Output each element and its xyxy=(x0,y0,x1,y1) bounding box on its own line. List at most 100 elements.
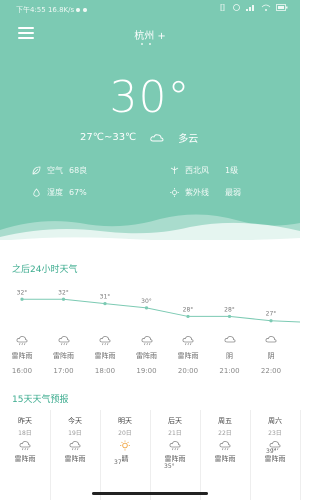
home-indicator[interactable] xyxy=(92,492,208,495)
status-icons xyxy=(218,4,288,11)
network-speed: 16.8K/s xyxy=(47,6,75,14)
day-name: 明天 xyxy=(118,417,132,425)
day-name: 后天 xyxy=(168,417,182,425)
day-item[interactable]: 昨天 18日 雷阵雨 xyxy=(0,410,51,500)
hour-item[interactable]: 阴 21:00 xyxy=(212,335,248,375)
day-condition: 雷阵雨 xyxy=(264,455,286,463)
hour-item[interactable]: 阴 22:00 xyxy=(253,335,289,375)
hour-time: 19:00 xyxy=(136,367,157,375)
notification-dot-icon xyxy=(76,8,81,12)
day-high-temp: 37° xyxy=(114,459,125,466)
day-name: 昨天 xyxy=(18,417,32,425)
hour-icon xyxy=(87,335,123,347)
temperature-point xyxy=(144,306,149,310)
wind: 西北风 1级 xyxy=(170,165,238,176)
notification-dot-icon xyxy=(82,8,87,12)
day-name: 周五 xyxy=(218,417,232,425)
daily-title: 15天天气预报 xyxy=(12,395,69,405)
day-name: 周六 xyxy=(268,417,282,425)
hour-item[interactable]: 雷阵雨 16:00 xyxy=(4,335,40,375)
hour-time: 18:00 xyxy=(94,367,116,375)
hour-icon xyxy=(253,335,289,347)
cloud-icon xyxy=(224,336,235,343)
wind-icon xyxy=(170,166,179,174)
temperature-label: 31° xyxy=(100,294,111,301)
hour-time: 21:00 xyxy=(219,367,240,375)
page-indicator xyxy=(141,43,151,45)
rain-icon xyxy=(16,336,28,346)
temperature-label: 32° xyxy=(17,289,28,296)
leaf-icon xyxy=(32,166,41,175)
temperature-point xyxy=(227,314,232,319)
day-icon xyxy=(150,440,200,451)
hour-condition: 雷阵雨 xyxy=(136,352,157,360)
hour-condition: 雷阵雨 xyxy=(53,352,74,360)
day-item[interactable]: 后天 21日 雷阵雨 xyxy=(150,410,201,500)
hour-icon xyxy=(129,335,165,347)
hour-item[interactable]: 雷阵雨 17:00 xyxy=(46,335,82,375)
temperature-label: 27° xyxy=(266,311,277,318)
day-icon xyxy=(0,440,50,451)
temperature-point xyxy=(103,301,107,306)
day-condition: 晴 xyxy=(121,455,129,463)
air-value: 68良 xyxy=(69,166,88,175)
temperature-point xyxy=(20,297,24,301)
temperature-label: 32° xyxy=(58,289,69,296)
temperature-point xyxy=(269,319,273,323)
day-icon xyxy=(100,440,150,451)
rain-icon xyxy=(169,441,181,451)
day-item[interactable]: 明天 20日晴 xyxy=(100,410,151,500)
hour-icon xyxy=(212,335,248,347)
day-item[interactable]: 今天 19日 雷阵雨 xyxy=(50,410,101,500)
day-icon xyxy=(200,440,250,451)
day-condition: 雷阵雨 xyxy=(164,455,186,463)
hour-time: 22:00 xyxy=(260,367,282,375)
rain-icon xyxy=(182,336,194,346)
day-high-temp: 39° xyxy=(266,448,277,455)
uv-label: 紫外线 xyxy=(185,188,209,197)
hour-icon xyxy=(170,335,206,347)
city-selector[interactable]: 杭州 + xyxy=(0,27,300,42)
day-item[interactable]: 周五 22日 雷阵雨 xyxy=(200,410,251,500)
air-quality: 空气 68良 xyxy=(32,165,87,176)
status-time: 下午4:55 xyxy=(16,6,46,14)
wind-direction: 西北风 xyxy=(185,166,209,175)
humidity-value: 67% xyxy=(69,188,87,197)
temperature-range-row: 27℃~33℃ 多云 xyxy=(80,130,198,145)
uv-index: 紫外线 最弱 xyxy=(170,187,241,198)
cloud-icon xyxy=(265,336,277,343)
daily-forecast[interactable]: 昨天 18日 雷阵雨 今天 19日 雷阵雨 明天 20日晴后天 21日 雷阵雨 周五 22日 雷阵雨 周六… xyxy=(0,410,301,500)
temperature-range: 27℃~33℃ xyxy=(80,132,137,143)
hour-item[interactable]: 雷阵雨 18:00 xyxy=(87,335,123,375)
day-date: 22日 xyxy=(218,430,232,437)
rain-icon xyxy=(141,336,152,346)
hour-time: 16:00 xyxy=(11,367,33,375)
day-condition: 雷阵雨 xyxy=(64,455,86,463)
add-city-icon[interactable]: + xyxy=(157,31,165,42)
hour-time: 17:00 xyxy=(53,367,74,375)
rain-icon xyxy=(58,336,69,346)
alarm-icon xyxy=(233,4,240,11)
wifi-icon xyxy=(261,4,271,11)
status-left: 下午4:55 16.8K/s xyxy=(16,5,87,15)
wind-level: 1级 xyxy=(225,166,239,175)
day-name: 今天 xyxy=(68,417,82,425)
day-item[interactable]: 周六 23日雷阵雨 xyxy=(250,410,301,500)
hourly-temperature-chart: 32° 32° 31° 30° 28° 28° 27° xyxy=(17,289,300,323)
hour-condition: 雷阵雨 xyxy=(11,352,33,360)
hour-item[interactable]: 雷阵雨 20:00 xyxy=(170,335,206,375)
temperature-label: 30° xyxy=(141,298,152,305)
hour-condition: 阴 xyxy=(226,352,233,360)
hourly-forecast[interactable]: 雷阵雨 16:00 雷阵雨 17:00 雷阵雨 18:00 雷阵雨 19:00 雷阵雨 20:00… xyxy=(0,335,300,380)
sun-icon xyxy=(120,440,130,451)
water-drop-icon xyxy=(33,188,40,197)
uv-value: 最弱 xyxy=(225,188,241,197)
day-date: 18日 xyxy=(18,430,32,437)
temperature-point xyxy=(61,297,66,301)
day-high-temp: 35° xyxy=(164,463,175,470)
hour-condition: 雷阵雨 xyxy=(94,352,116,360)
day-date: 20日 xyxy=(118,430,132,437)
day-date: 23日 xyxy=(268,430,282,437)
weather-hero: 下午4:55 16.8K/s 杭州 + 30° 27℃~33℃ 多云 空气 68… xyxy=(0,0,300,240)
hour-item[interactable]: 雷阵雨 19:00 xyxy=(129,335,165,375)
